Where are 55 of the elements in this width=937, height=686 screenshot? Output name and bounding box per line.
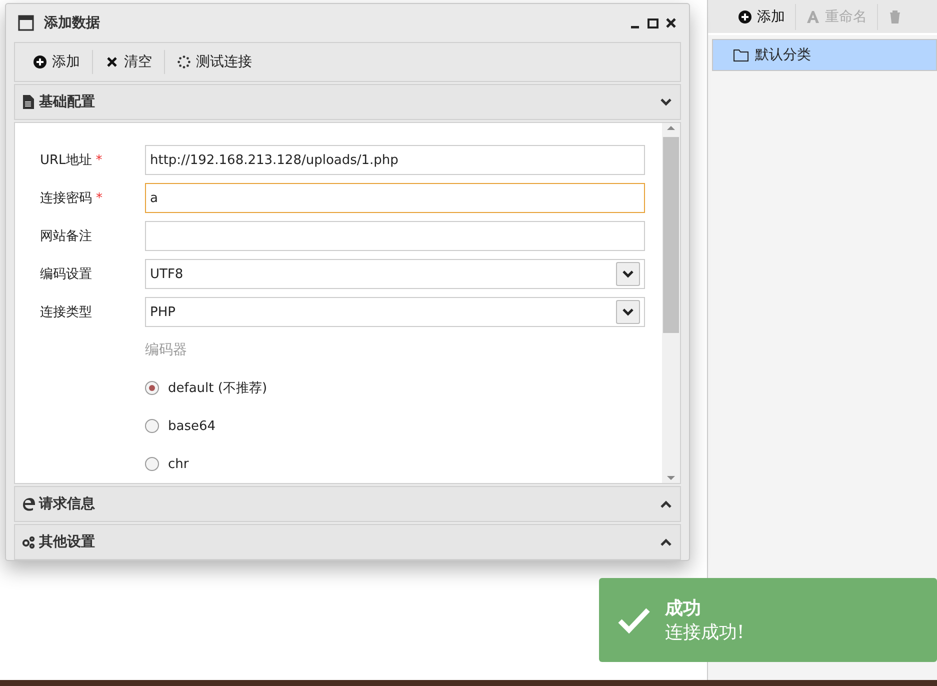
section-header[interactable]: 基础配置 — [14, 84, 681, 120]
input-field[interactable]: http://192.168.213.128/uploads/1.php — [145, 145, 645, 175]
category-item[interactable]: 默认分类 — [712, 39, 937, 71]
input-field[interactable] — [145, 221, 645, 251]
plus-circle-icon — [738, 10, 752, 24]
radio-button[interactable] — [145, 419, 159, 433]
scroll-down-icon — [666, 473, 676, 483]
section-header[interactable]: 请求信息 — [14, 486, 681, 522]
group-label: 编码器 — [145, 341, 188, 359]
chevron-down-icon — [622, 270, 634, 278]
section-header[interactable]: 其他设置 — [14, 524, 681, 560]
category-label: 默认分类 — [755, 46, 811, 64]
chevron-up-icon — [660, 500, 672, 508]
toast-message: 连接成功! — [665, 621, 744, 644]
radio-label: chr — [168, 456, 189, 472]
trash-icon — [888, 10, 902, 24]
field-label: 编码设置 — [40, 267, 92, 282]
add-button[interactable]: 添加 — [21, 50, 93, 74]
close-icon — [105, 55, 119, 69]
radio-button[interactable] — [145, 381, 159, 395]
plus-circle-icon — [33, 55, 47, 69]
folder-icon — [733, 48, 749, 62]
maximize-button[interactable] — [647, 17, 659, 29]
checkmark-icon — [617, 606, 651, 634]
document-icon — [21, 95, 35, 109]
clear-button[interactable]: 清空 — [93, 50, 165, 74]
window-title: 添加数据 — [44, 14, 101, 32]
dropdown[interactable]: UTF8 — [145, 259, 645, 289]
scrollbar[interactable] — [662, 123, 680, 483]
chevron-down-icon — [622, 308, 634, 316]
dropdown[interactable]: PHP — [145, 297, 645, 327]
font-icon — [806, 10, 820, 24]
radio-label: base64 — [168, 418, 216, 434]
required-mark: * — [96, 191, 102, 206]
field-label: 网站备注 — [40, 229, 92, 244]
section-title: 基础配置 — [39, 93, 96, 111]
spinner-icon — [177, 55, 191, 69]
test-connection-button[interactable]: 测试连接 — [165, 50, 264, 74]
close-button[interactable] — [665, 17, 677, 29]
required-mark: * — [96, 153, 102, 168]
field-label: 连接密码 — [40, 191, 92, 206]
radio-label: default (不推荐) — [168, 380, 268, 397]
field-label: URL地址 — [40, 153, 92, 168]
field-label: 连接类型 — [40, 305, 92, 320]
chevron-up-icon — [660, 538, 672, 546]
radio-button[interactable] — [145, 457, 159, 471]
edge-browser-icon — [21, 497, 35, 511]
section-title: 其他设置 — [39, 533, 96, 551]
scroll-up-icon — [666, 123, 676, 133]
toast-title: 成功 — [665, 597, 702, 620]
input-field[interactable]: a — [145, 183, 645, 213]
window-icon — [18, 15, 34, 31]
section-title: 请求信息 — [39, 495, 96, 513]
add-button[interactable]: 添加 — [728, 4, 796, 30]
chevron-down-icon — [660, 98, 672, 106]
